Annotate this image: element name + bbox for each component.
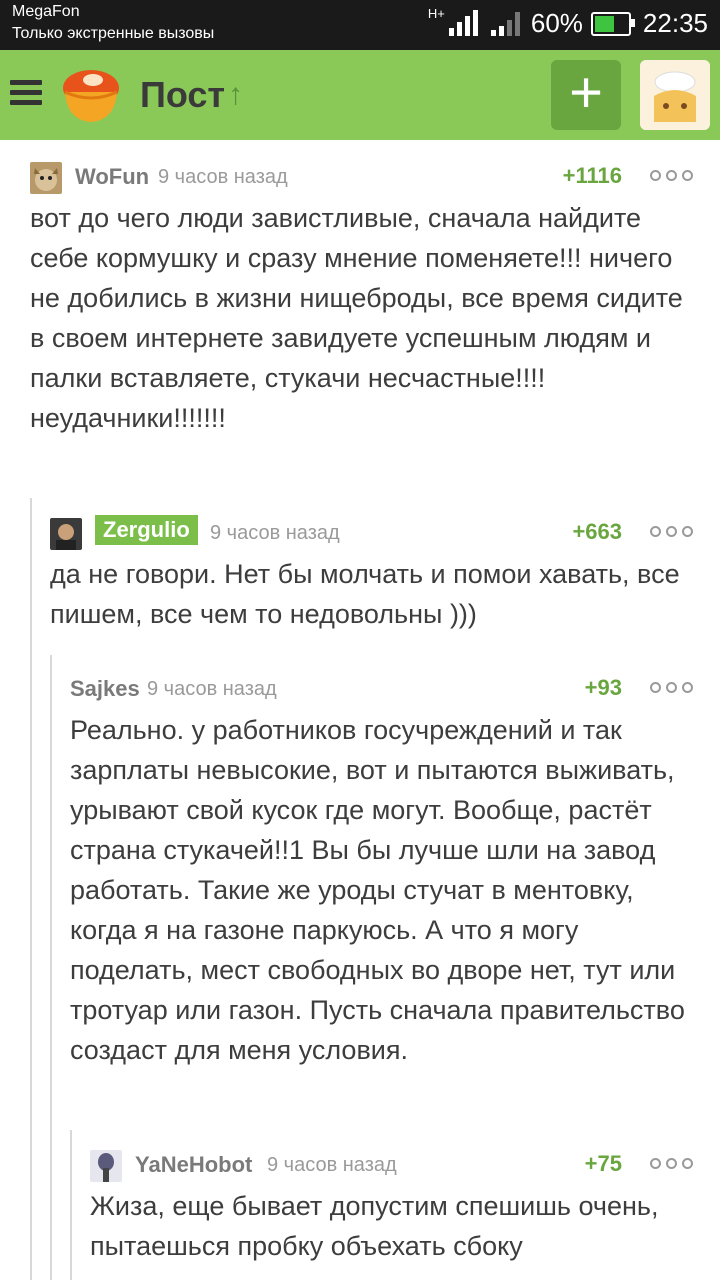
comment-text: Реально. у работников госучреждений и та… [70,715,685,1065]
status-icons: H+ 60% 22:35 [427,6,708,39]
add-post-button[interactable]: + [551,60,621,130]
comment-author[interactable]: YaNeHobot [135,1152,252,1178]
comment-text: Жиза, еще бывает допустим спешишь очень,… [90,1191,659,1261]
thread-line-level-1 [30,498,32,1280]
comment-header: WoFun 9 часов назад +1116 [30,162,720,194]
comment-rating: +75 [584,1151,622,1176]
comment-time: 9 часов назад [267,1154,397,1176]
comment-header: YaNeHobot 9 часов назад +75 [90,1150,720,1182]
comment: Sajkes 9 часов назад +93 Реально. у рабо… [70,674,720,1114]
comment-rating: +1116 [562,163,622,188]
avatar[interactable] [50,518,82,550]
status-bar: MegaFon Только экстренные вызовы H+ 60% … [0,0,720,50]
comment-header: Sajkes 9 часов назад +93 [70,674,720,704]
hamburger-menu-icon[interactable] [10,80,42,106]
user-avatar[interactable] [640,60,710,130]
comment-author[interactable]: Zergulio [95,515,198,545]
comment-author[interactable]: Sajkes [70,676,140,702]
comment-time: 9 часов назад [210,522,340,544]
clock: 22:35 [642,8,708,38]
comment-rating: +663 [572,519,622,544]
battery-fill [594,15,615,32]
more-options-icon[interactable] [650,520,704,542]
battery-icon [590,11,635,36]
avatar[interactable] [30,162,62,194]
comment-author[interactable]: WoFun [75,164,149,190]
avatar[interactable] [90,1150,122,1182]
comment: YaNeHobot 9 часов назад +75 Жиза, еще бы… [90,1150,720,1280]
comment-time: 9 часов назад [158,166,288,188]
emergency-calls-text: Только экстренные вызовы [12,25,215,42]
thread-line-level-3 [70,1130,72,1280]
comment: WoFun 9 часов назад +1116 вот до чего лю… [30,162,720,482]
comment-header: Zergulio 9 часов назад +663 [50,515,720,550]
arrow-up-icon[interactable]: ↑ [228,78,243,112]
thread-line-level-2 [50,655,52,1280]
signal-strength-icon [447,9,481,38]
cupcake-logo-icon[interactable] [55,60,125,130]
comment-rating: +93 [584,675,622,700]
more-options-icon[interactable] [650,1152,704,1174]
comment: Zergulio 9 часов назад +663 да не говори… [50,515,720,638]
page-title: Пост [140,74,226,115]
battery-percent: 60% [530,8,583,38]
comment-text: да не говори. Нет бы молчать и помои хав… [50,559,680,629]
more-options-icon[interactable] [650,676,704,698]
comment-text: вот до чего люди завистливые, сначала на… [30,203,683,433]
carrier-name: MegaFon [12,3,80,20]
network-type-icon: H+ [427,6,445,21]
signal-strength-2-icon [489,10,523,38]
app-bar: Пост ↑ + [0,50,720,140]
more-options-icon[interactable] [650,164,704,186]
comment-time: 9 часов назад [147,678,277,700]
